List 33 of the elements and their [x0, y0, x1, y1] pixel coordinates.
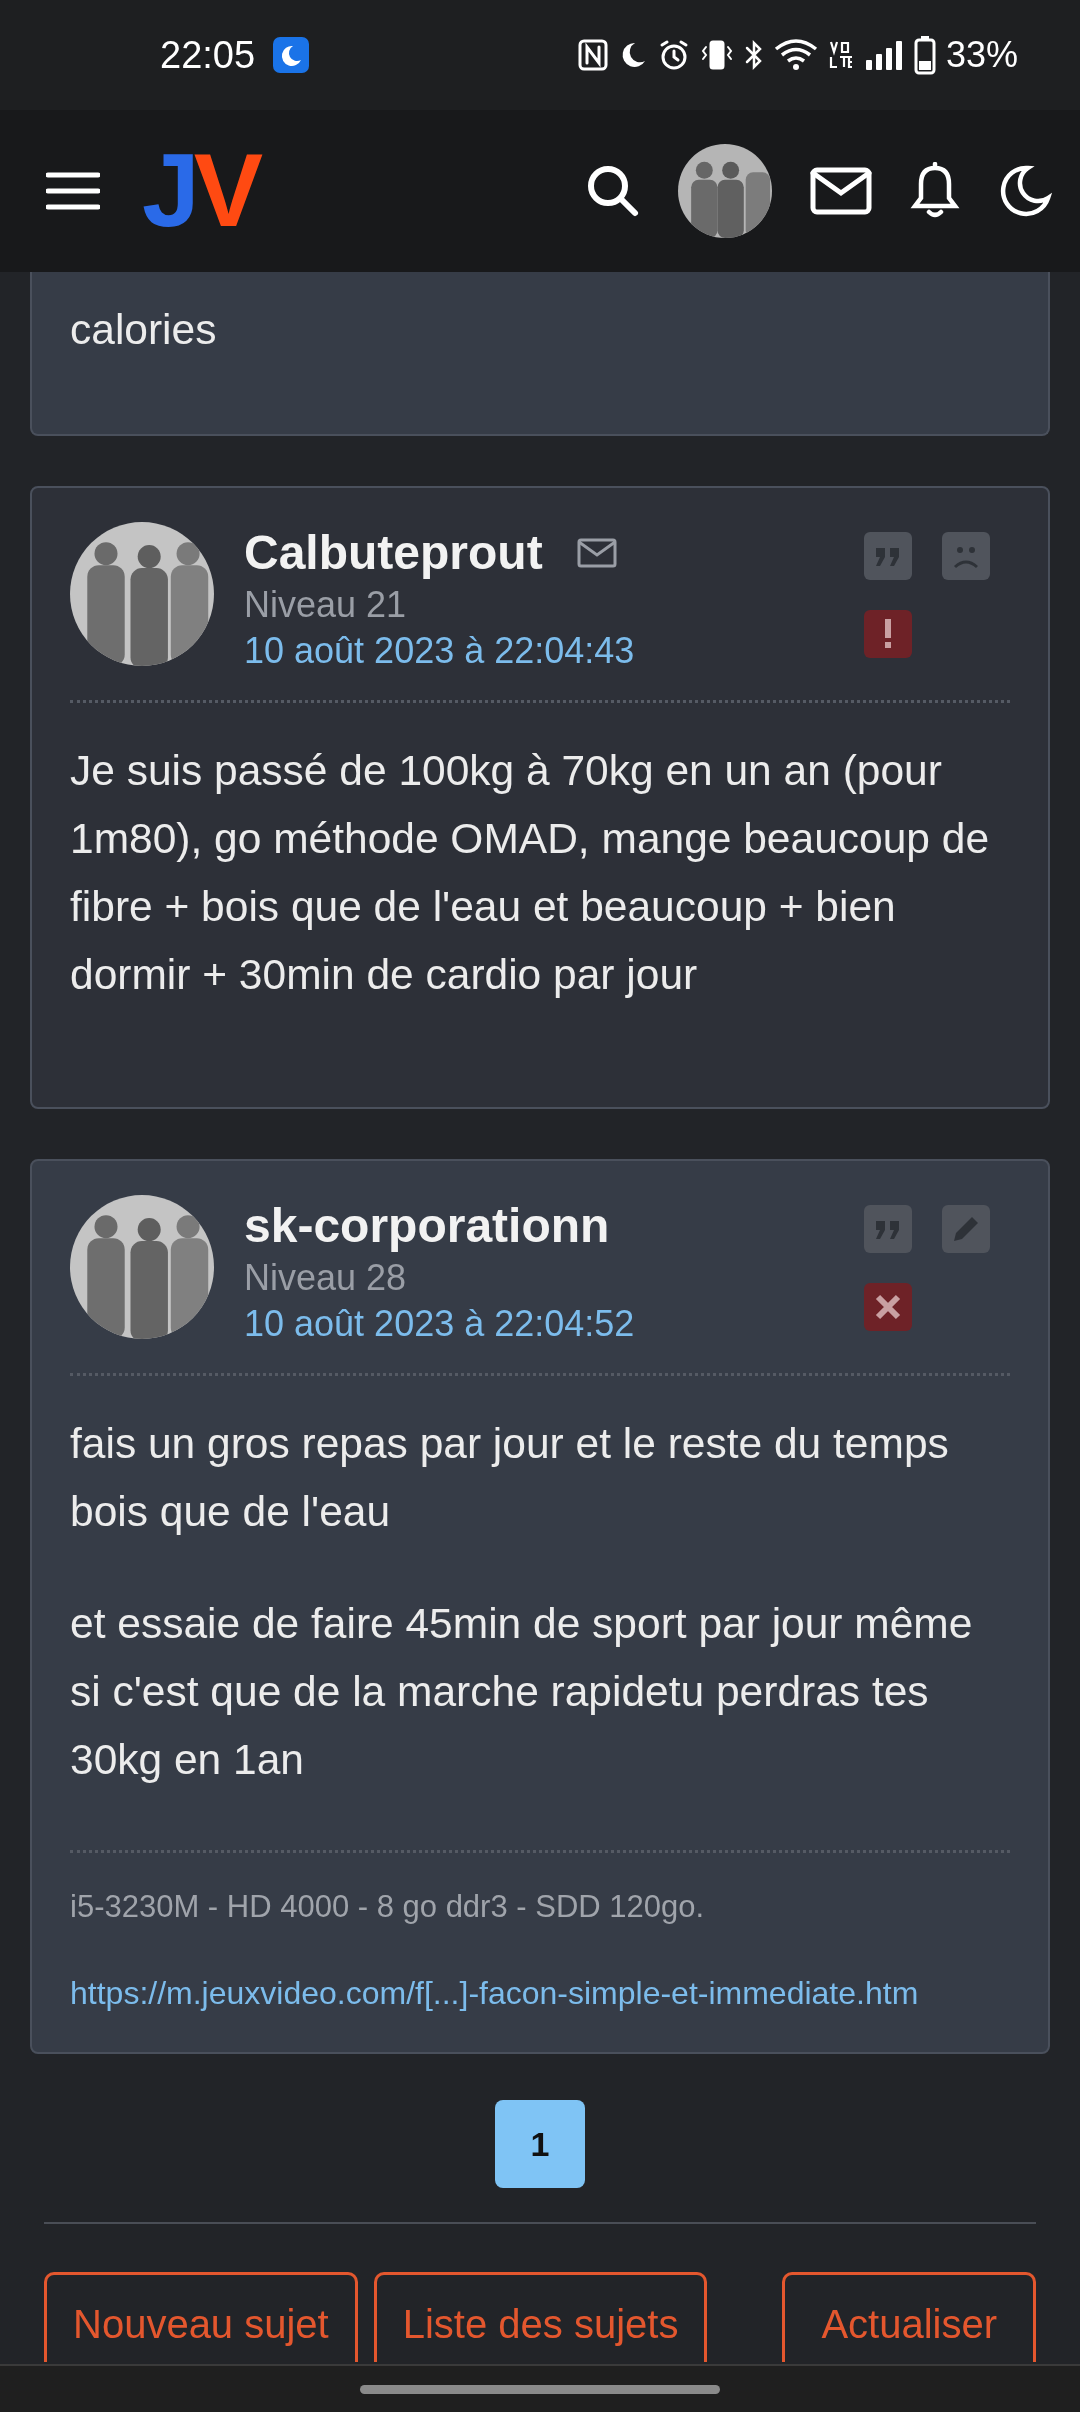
- moon-app-icon: [273, 37, 310, 73]
- site-logo[interactable]: JV: [142, 131, 268, 251]
- battery-percentage: 33%: [945, 34, 1018, 76]
- battery-icon: [913, 35, 936, 75]
- report-button[interactable]: [864, 610, 912, 658]
- wifi-icon: [773, 39, 818, 71]
- post-date[interactable]: 10 août 2023 à 22:04:43: [244, 628, 834, 674]
- home-handle[interactable]: [360, 2384, 720, 2394]
- delete-button[interactable]: [864, 1283, 912, 1331]
- post-date[interactable]: 10 août 2023 à 22:04:52: [244, 1301, 834, 1347]
- author-name[interactable]: sk-corporationn: [244, 1197, 610, 1255]
- bell-icon[interactable]: [910, 162, 960, 220]
- post-text: Je suis passé de 100kg à 70kg en un an (pour 1m80), go méthode OMAD, mange beaucoup de fibre + bois que de l'eau et beaucoup + bien dormir + 30min de cardio par jour: [70, 746, 991, 1000]
- signature-text: i5-3230M - HD 4000 - 8 go ddr3 - SDD 120go.: [70, 1889, 706, 1925]
- nfc-icon: [577, 39, 608, 71]
- post-text: et essaie de faire 45min de sport par jour même si c'est que de la marche rapidetu perdras tes 30kg en 1an: [70, 1599, 974, 1785]
- page-button[interactable]: 1: [495, 2100, 585, 2188]
- search-icon[interactable]: [586, 164, 640, 218]
- post-text: calories: [70, 306, 217, 353]
- signature-link[interactable]: https://m.jeuxvideo.com/f[...]-facon-simple-et-immediate.htm: [70, 1975, 1010, 2012]
- bluetooth-icon: [743, 39, 764, 71]
- signal-icon: [863, 40, 904, 70]
- author-name[interactable]: Calbuteprout: [244, 524, 543, 582]
- menu-icon[interactable]: [46, 171, 100, 211]
- exclamation-icon: [883, 619, 893, 649]
- dark-mode-icon[interactable]: [998, 164, 1052, 218]
- author-level: Niveau 21: [244, 583, 408, 627]
- volte-icon: [827, 39, 854, 71]
- author-level: Niveau 28: [244, 1256, 408, 1300]
- post-text: fais un gros repas par jour et le reste du temps bois que de l'eau: [70, 1419, 950, 1537]
- status-time: 22:05: [160, 33, 256, 77]
- vibrate-icon: [699, 39, 734, 71]
- cross-icon: [874, 1293, 902, 1321]
